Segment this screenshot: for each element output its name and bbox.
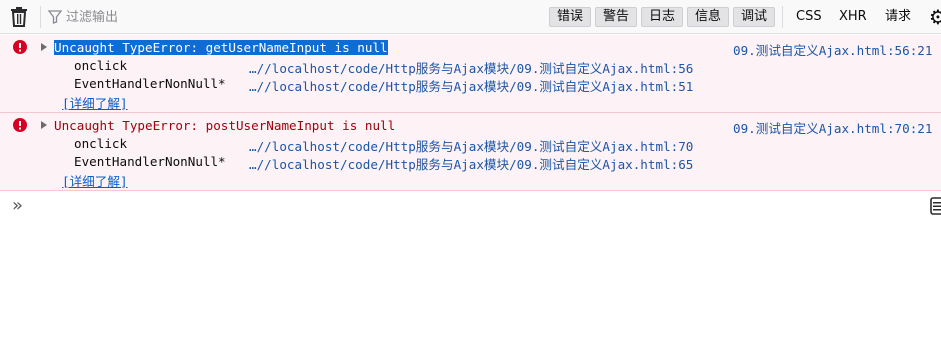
settings-button[interactable]: ⚙ <box>929 5 941 29</box>
filter-css-button[interactable]: CSS <box>796 7 822 27</box>
filter-input[interactable] <box>66 9 486 25</box>
console-message-error[interactable]: Uncaught TypeError: postUserNameInput is… <box>0 113 941 191</box>
filter-warnings-button[interactable]: 警告 <box>595 7 637 27</box>
filter-logs-button[interactable]: 日志 <box>641 7 683 27</box>
stack-frame-function: onclick <box>74 136 128 151</box>
toolbar-separator <box>40 6 41 28</box>
filter-requests-button[interactable]: 请求 <box>885 7 911 27</box>
expand-arrow-icon[interactable] <box>41 43 47 51</box>
toolbar-separator <box>782 6 783 28</box>
expand-arrow-icon[interactable] <box>41 121 47 129</box>
console-message-error[interactable]: Uncaught TypeError: getUserNameInput is … <box>0 35 941 113</box>
gear-icon: ⚙ <box>929 5 941 29</box>
stack-frame-location[interactable]: …//localhost/code/Http服务与Ajax模块/09.测试自定义… <box>249 136 693 155</box>
trash-icon <box>11 7 27 27</box>
split-console-icon <box>930 197 941 215</box>
message-source-link[interactable]: 09.测试自定义Ajax.html:56:21 <box>733 40 932 59</box>
filter-debug-button[interactable]: 调试 <box>733 7 775 27</box>
filter-info-button[interactable]: 信息 <box>687 7 729 27</box>
chevrons-right-icon: » <box>12 195 23 216</box>
filter-xhr-button[interactable]: XHR <box>839 7 867 27</box>
filter-box[interactable] <box>48 5 528 29</box>
stack-frame-location[interactable]: …//localhost/code/Http服务与Ajax模块/09.测试自定义… <box>249 154 693 173</box>
filter-errors-button[interactable]: 错误 <box>549 7 591 27</box>
error-icon <box>13 118 27 132</box>
clear-console-button[interactable] <box>8 6 30 28</box>
message-source-link[interactable]: 09.测试自定义Ajax.html:70:21 <box>733 118 932 137</box>
error-icon <box>13 40 27 54</box>
console-toolbar: 错误 警告 日志 信息 调试 CSS XHR 请求 ⚙ <box>0 0 941 34</box>
console-input-prompt[interactable]: » <box>12 195 23 216</box>
stack-frame-function: EventHandlerNonNull* <box>74 154 226 169</box>
learn-more-link[interactable]: [详细了解] <box>62 171 128 190</box>
split-console-button[interactable] <box>930 197 941 215</box>
stack-frame-function: onclick <box>74 58 128 73</box>
stack-frame-function: EventHandlerNonNull* <box>74 76 226 91</box>
funnel-icon <box>48 10 62 24</box>
stack-frame-location[interactable]: …//localhost/code/Http服务与Ajax模块/09.测试自定义… <box>249 58 693 77</box>
error-message-text: Uncaught TypeError: getUserNameInput is … <box>54 40 388 55</box>
error-message-text: Uncaught TypeError: postUserNameInput is… <box>54 118 396 133</box>
learn-more-link[interactable]: [详细了解] <box>62 93 128 112</box>
stack-frame-location[interactable]: …//localhost/code/Http服务与Ajax模块/09.测试自定义… <box>249 76 693 95</box>
